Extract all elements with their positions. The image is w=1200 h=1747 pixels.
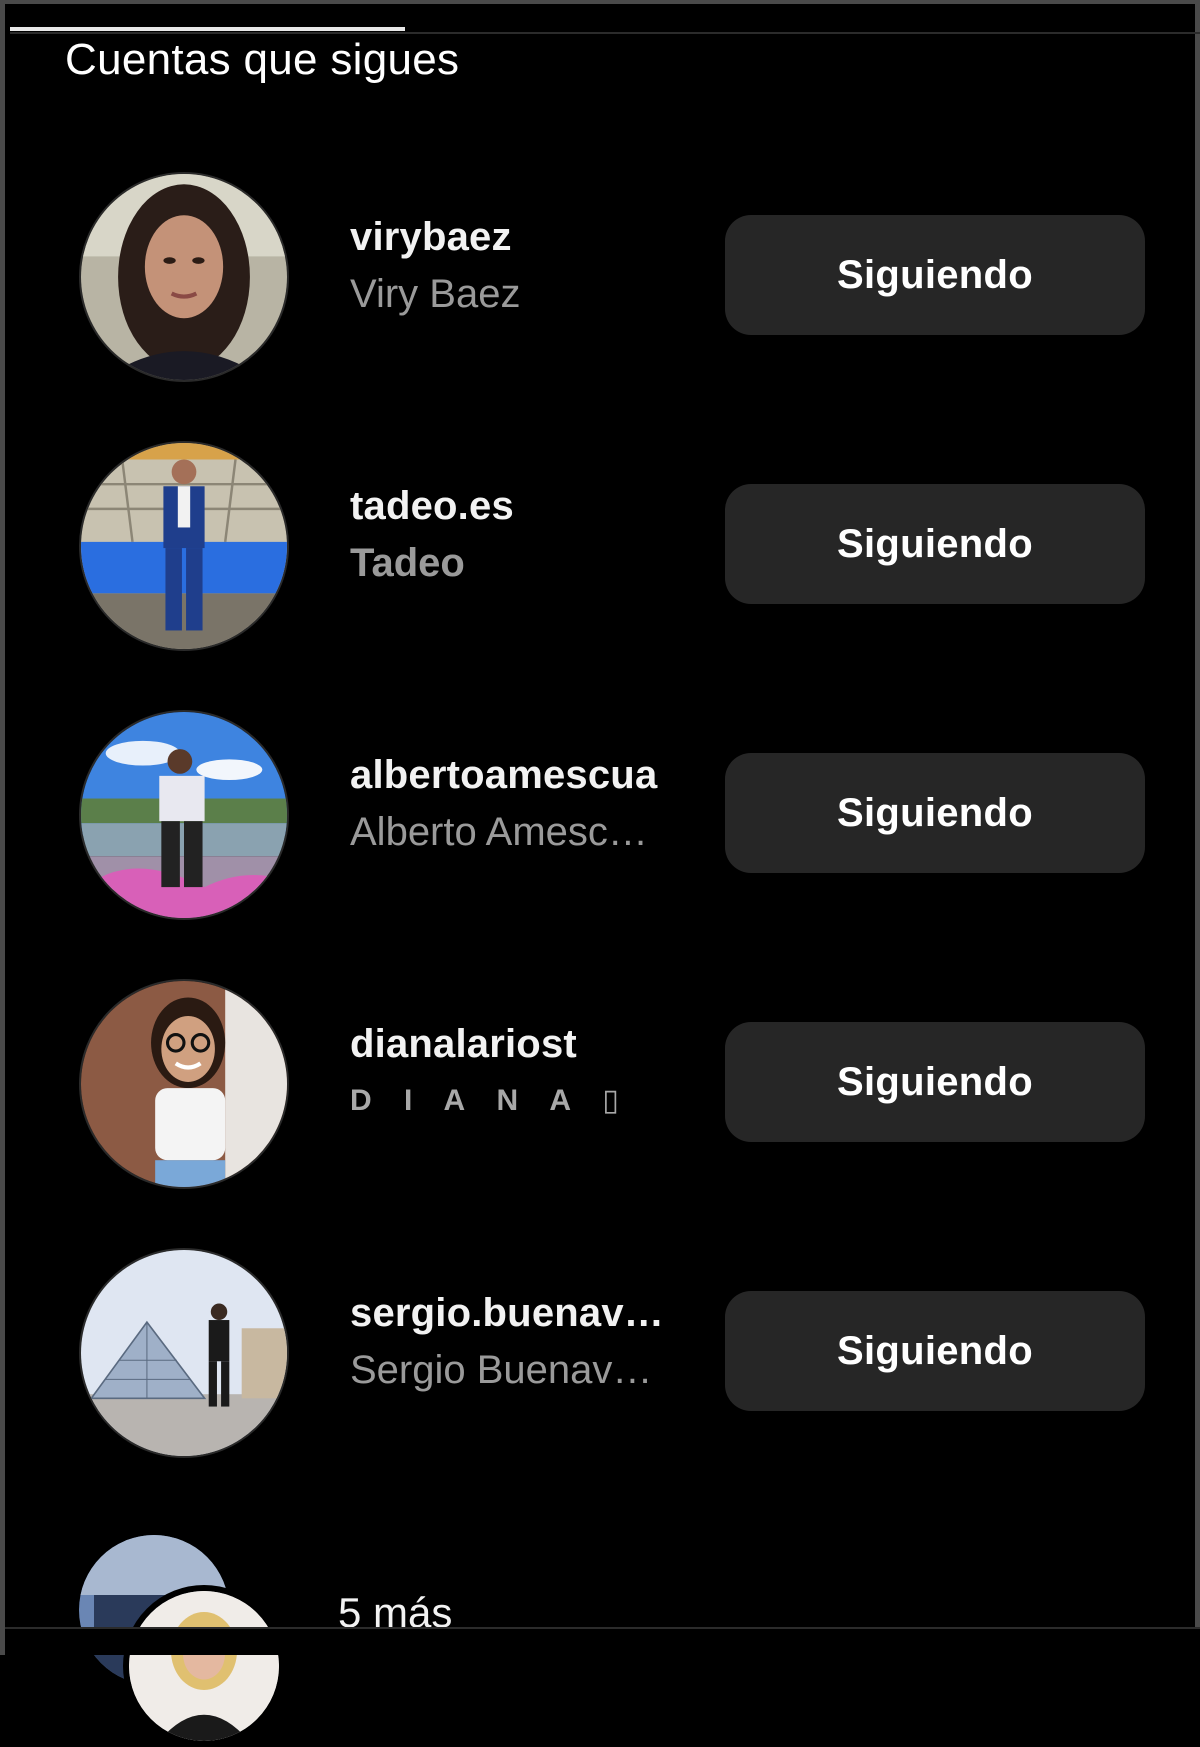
- full-name: D I A N A ▯: [350, 1084, 631, 1117]
- bottom-divider: [5, 1627, 1200, 1655]
- following-button[interactable]: Siguiendo: [725, 215, 1145, 335]
- username[interactable]: virybaez: [350, 210, 680, 264]
- avatar[interactable]: [79, 441, 289, 651]
- tab-indicator: [10, 27, 405, 31]
- avatar-photo-albertoamescua: [81, 712, 287, 918]
- avatar-photo-virybaez: [81, 174, 287, 380]
- list-item[interactable]: virybaez Viry Baez Siguiendo: [5, 172, 1200, 382]
- screen-frame: Cuentas que sigues virybaez Viry Baez Si…: [0, 0, 1200, 1747]
- username[interactable]: albertoamescua: [350, 748, 680, 802]
- avatar-stack-front: [123, 1585, 285, 1747]
- full-name: Alberto Amesc…: [350, 810, 648, 854]
- avatar[interactable]: [79, 1248, 289, 1458]
- avatar-photo-sergio: [81, 1250, 287, 1456]
- list-item[interactable]: sergio.buenav… Sergio Buenav… Siguiendo: [5, 1248, 1200, 1458]
- following-button[interactable]: Siguiendo: [725, 1291, 1145, 1411]
- avatar-photo-tadeo: [81, 443, 287, 649]
- avatar-photo-stack-2: [129, 1591, 279, 1741]
- avatar[interactable]: [79, 710, 289, 920]
- full-name: Sergio Buenav…: [350, 1348, 653, 1392]
- avatar-photo-dianalariost: [81, 981, 287, 1187]
- page-title: Cuentas que sigues: [65, 35, 460, 84]
- list-item[interactable]: tadeo.es Tadeo Siguiendo: [5, 441, 1200, 651]
- avatar[interactable]: [79, 979, 289, 1189]
- full-name: Viry Baez: [350, 272, 521, 316]
- list-item[interactable]: dianalariost D I A N A ▯ Siguiendo: [5, 979, 1200, 1189]
- username[interactable]: sergio.buenav…: [350, 1286, 680, 1340]
- following-button[interactable]: Siguiendo: [725, 484, 1145, 604]
- username[interactable]: dianalariost: [350, 1017, 680, 1071]
- following-button[interactable]: Siguiendo: [725, 753, 1145, 873]
- username[interactable]: tadeo.es: [350, 479, 680, 533]
- list-item[interactable]: albertoamescua Alberto Amesc… Siguiendo: [5, 710, 1200, 920]
- following-button[interactable]: Siguiendo: [725, 1022, 1145, 1142]
- full-name: Tadeo: [350, 541, 465, 585]
- avatar[interactable]: [79, 172, 289, 382]
